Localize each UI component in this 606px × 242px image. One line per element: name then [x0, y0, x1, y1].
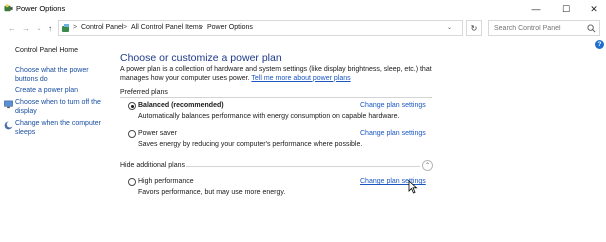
search-input[interactable]	[489, 21, 581, 35]
divider	[120, 97, 432, 98]
title-bar: Power Options — ☐ ✕	[0, 0, 606, 18]
page-title: Choose or customize a power plan	[120, 52, 282, 64]
plan-description-balanced: Automatically balances performance with …	[138, 113, 400, 120]
search-icon[interactable]	[587, 24, 596, 33]
up-button[interactable]: ↑	[44, 21, 56, 35]
plan-name-balanced[interactable]: Balanced (recommended)	[138, 102, 224, 109]
divider	[186, 166, 420, 167]
sidebar-item-create-plan[interactable]: Create a power plan	[15, 87, 78, 96]
minimize-button[interactable]: —	[522, 0, 550, 18]
hide-additional-plans-label[interactable]: Hide additional plans	[120, 162, 185, 169]
preferred-plans-label: Preferred plans	[120, 89, 168, 96]
address-bar[interactable]: > Control Panel > All Control Panel Item…	[58, 20, 463, 36]
control-panel-home-link[interactable]: Control Panel Home	[15, 47, 78, 56]
address-dropdown-button[interactable]: ⌄	[447, 24, 452, 31]
breadcrumb-separator: >	[73, 24, 78, 31]
learn-more-link[interactable]: Tell me more about power plans	[251, 75, 350, 82]
close-button[interactable]: ✕	[580, 0, 606, 18]
back-button[interactable]: ←	[6, 21, 18, 35]
forward-button[interactable]: →	[20, 21, 32, 35]
window-title: Power Options	[16, 4, 66, 13]
breadcrumb-power-options[interactable]: Power Options	[207, 24, 253, 31]
control-panel-icon	[62, 24, 69, 32]
refresh-button[interactable]: ↻	[466, 20, 482, 36]
sidebar-item-power-buttons[interactable]: Choose what the power buttons do	[15, 67, 105, 84]
power-options-icon	[4, 4, 13, 12]
sidebar-item-sleep[interactable]: Change when the computer sleeps	[15, 120, 105, 137]
plan-name-power-saver[interactable]: Power saver	[138, 130, 177, 137]
help-icon[interactable]: ?	[595, 40, 604, 49]
radio-balanced[interactable]	[128, 102, 136, 110]
address-row: ← → ⌄ ↑ > Control Panel > All Control Pa…	[0, 18, 606, 38]
breadcrumb-separator: >	[123, 24, 128, 31]
plan-description-power-saver: Saves energy by reducing your computer's…	[138, 141, 363, 148]
breadcrumb-all-items[interactable]: All Control Panel Items	[131, 24, 202, 31]
breadcrumb-separator: >	[199, 24, 204, 31]
breadcrumb-control-panel[interactable]: Control Panel	[81, 24, 123, 31]
page-description: A power plan is a collection of hardware…	[120, 66, 450, 83]
moon-icon	[4, 121, 13, 130]
plan-name-high-performance[interactable]: High performance	[138, 178, 194, 185]
plan-description-high-performance: Favors performance, but may use more ene…	[138, 189, 286, 196]
search-box[interactable]	[488, 20, 600, 36]
collapse-chevron-icon[interactable]: ⌃	[422, 160, 433, 171]
monitor-icon	[4, 100, 13, 109]
change-plan-settings-balanced[interactable]: Change plan settings	[360, 102, 426, 109]
change-plan-settings-power-saver[interactable]: Change plan settings	[360, 130, 426, 137]
radio-power-saver[interactable]	[128, 130, 136, 138]
radio-high-performance[interactable]	[128, 178, 136, 186]
sidebar-item-turn-off-display[interactable]: Choose when to turn off the display	[15, 99, 105, 116]
mouse-cursor-icon	[408, 180, 418, 194]
maximize-button[interactable]: ☐	[552, 0, 580, 18]
